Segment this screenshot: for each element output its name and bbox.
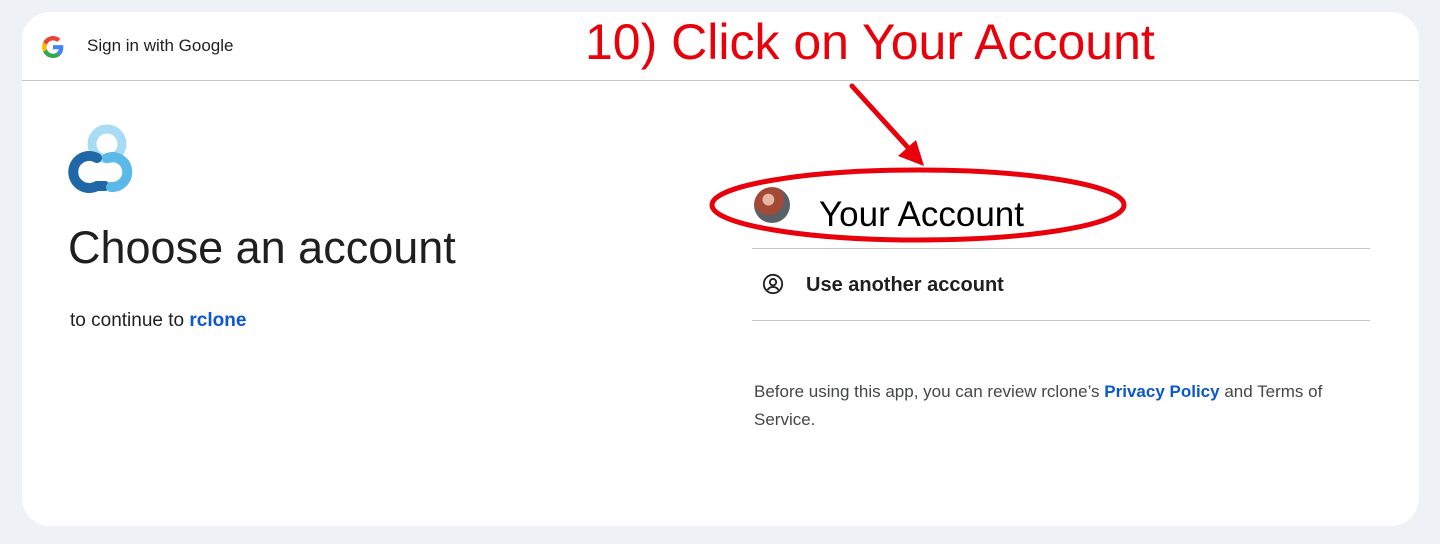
arrow-annotation [849, 83, 924, 166]
privacy-policy-link[interactable]: Privacy Policy [1104, 382, 1219, 401]
use-another-account-button[interactable]: Use another account [752, 249, 1370, 321]
rclone-logo [68, 124, 133, 193]
person-circle-icon [762, 273, 784, 295]
google-g-icon [42, 36, 64, 58]
use-another-account-label: Use another account [806, 274, 1004, 296]
app-name-link[interactable]: rclone [189, 310, 246, 331]
highlight-ellipse [709, 167, 1127, 243]
footer-text-before: Before using this app, you can review rc… [754, 382, 1100, 401]
footer-text: Before using this app, you can review rc… [754, 378, 1374, 434]
subtitle-prefix: to continue to [70, 310, 185, 331]
header-title: Sign in with Google [87, 36, 234, 55]
subtitle: to continue to rclone [70, 310, 246, 332]
sign-in-card: Sign in with Google Choose an account to… [22, 12, 1419, 526]
page-title: Choose an account [68, 222, 456, 273]
instruction-annotation: 10) Click on Your Account [585, 14, 1155, 70]
